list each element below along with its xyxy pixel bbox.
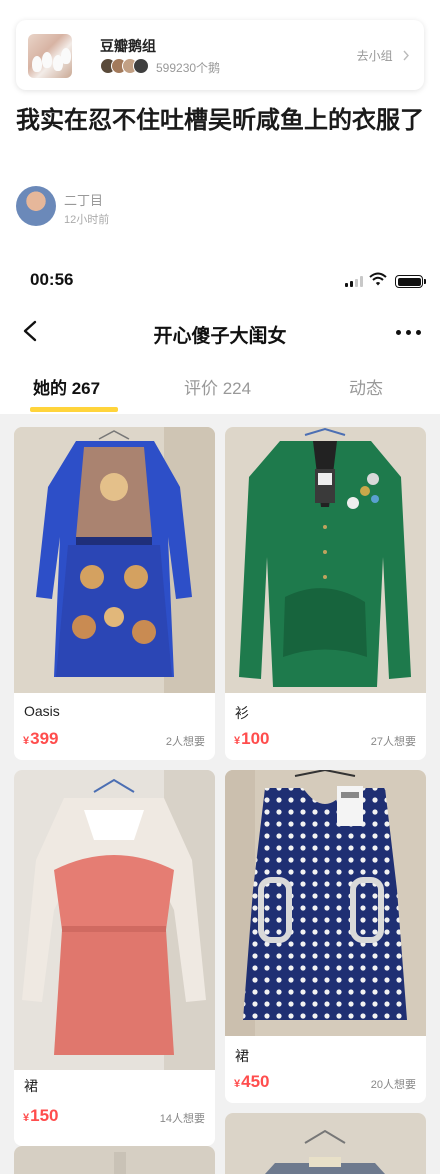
- product-image: [14, 427, 215, 693]
- product-title: 裙: [24, 1078, 38, 1094]
- product-title: 裙: [235, 1048, 249, 1064]
- battery-icon: [395, 275, 426, 288]
- product-price: ¥450: [234, 1072, 270, 1091]
- product-card[interactable]: 衫 ¥100 27人想要: [225, 427, 426, 760]
- post-time: 12小时前: [64, 214, 110, 226]
- product-card[interactable]: 裙 ¥150 14人想要: [14, 770, 215, 1146]
- post-title: 我实在忍不住吐槽吴昕咸鱼上的衣服了: [16, 107, 424, 134]
- signal-icon: [345, 276, 363, 287]
- member-avatars: [100, 58, 152, 74]
- want-count: 27人想要: [370, 736, 416, 748]
- product-image: [14, 770, 215, 1070]
- chevron-right-icon: [403, 50, 409, 61]
- go-to-group-link[interactable]: 去小组: [357, 47, 410, 64]
- status-bar-time: 00:56: [30, 270, 74, 289]
- product-image: [225, 1113, 426, 1174]
- product-image: [14, 1146, 215, 1174]
- group-member-count: 599230个鹅: [156, 61, 221, 75]
- author-avatar[interactable]: [16, 186, 56, 226]
- wifi-icon: [369, 272, 387, 286]
- group-name: 豆瓣鹅组: [100, 38, 156, 54]
- more-options-icon[interactable]: [396, 330, 422, 335]
- go-to-group-label: 去小组: [356, 49, 393, 63]
- product-card[interactable]: [225, 1113, 426, 1174]
- group-card[interactable]: 豆瓣鹅组 599230个鹅 去小组: [16, 20, 424, 90]
- product-card[interactable]: [14, 1146, 215, 1174]
- profile-title: 开心傻子大闺女: [153, 326, 287, 347]
- want-count: 14人想要: [159, 1113, 205, 1125]
- product-image: [225, 770, 426, 1036]
- product-price: ¥100: [234, 729, 270, 748]
- active-tab-indicator: [30, 407, 118, 412]
- product-title: 衫: [235, 705, 249, 721]
- want-count: 20人想要: [370, 1079, 416, 1091]
- product-card[interactable]: Oasis ¥399 2人想要: [14, 427, 215, 760]
- author-name[interactable]: 二丁目: [64, 190, 103, 209]
- tab-hers[interactable]: 她的 267: [33, 374, 100, 399]
- product-card[interactable]: 裙 ¥450 20人想要: [225, 770, 426, 1103]
- product-image: [225, 427, 426, 693]
- product-title: Oasis: [24, 703, 60, 719]
- tab-reviews[interactable]: 评价 224: [184, 374, 251, 399]
- product-price: ¥399: [23, 729, 59, 748]
- group-thumbnail: [28, 34, 72, 78]
- product-price: ¥150: [23, 1106, 59, 1125]
- tab-activity[interactable]: 动态: [349, 374, 383, 399]
- want-count: 2人想要: [165, 736, 205, 748]
